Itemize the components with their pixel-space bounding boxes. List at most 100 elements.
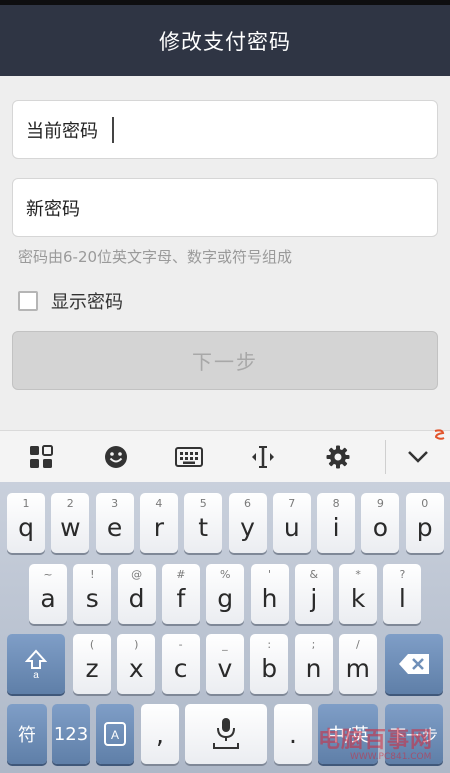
- new-password-field[interactable]: 新密码: [12, 178, 438, 237]
- key-sublabel: ~: [43, 568, 53, 581]
- key-label: i: [332, 512, 340, 542]
- key-label: h: [261, 583, 278, 613]
- key-label: m: [345, 653, 370, 683]
- key-label: v: [217, 653, 233, 683]
- key-v[interactable]: _ v: [205, 634, 244, 694]
- microphone-icon: [213, 718, 239, 749]
- backspace-key[interactable]: [385, 634, 443, 694]
- keyboard-toolbar: [0, 429, 450, 483]
- key-sublabel: (: [89, 638, 95, 651]
- key-sublabel: 5: [199, 497, 207, 510]
- key-m[interactable]: / m: [338, 634, 377, 694]
- key-label: t: [198, 512, 209, 542]
- key-label: j: [310, 583, 318, 613]
- next-button[interactable]: 下一步: [12, 331, 438, 390]
- text-cursor-icon[interactable]: [241, 431, 285, 483]
- key-sublabel: 4: [155, 497, 163, 510]
- text-cursor: [112, 116, 114, 143]
- key-t[interactable]: 5t: [184, 493, 223, 553]
- key-o[interactable]: 9o: [361, 493, 400, 553]
- key-sublabel: @: [131, 568, 143, 581]
- key-n[interactable]: ; n: [294, 634, 333, 694]
- key-label: s: [85, 583, 99, 613]
- show-password-checkbox[interactable]: [18, 291, 38, 311]
- key-sublabel: _: [222, 638, 228, 651]
- keyboard-icon[interactable]: [167, 431, 211, 483]
- key-label: q: [18, 512, 34, 542]
- current-password-field[interactable]: 当前密码: [12, 100, 438, 159]
- key-label: z: [85, 653, 99, 683]
- key-d[interactable]: @ d: [117, 564, 156, 624]
- key-z[interactable]: (z: [73, 634, 111, 694]
- key-a[interactable]: ~ a: [29, 564, 67, 624]
- key-label: e: [106, 512, 123, 542]
- grid-icon[interactable]: [19, 431, 63, 483]
- watermark-logo: 电脑百事网: [318, 728, 434, 753]
- show-password-label: 显示密码: [51, 292, 123, 313]
- key-y[interactable]: 6y: [228, 493, 267, 553]
- key-x[interactable]: ) x: [117, 634, 156, 694]
- show-password-row[interactable]: 显示密码: [18, 288, 123, 314]
- key-i[interactable]: 8i: [317, 493, 356, 553]
- key-label: u: [283, 512, 300, 542]
- watermark-url: WWW.PC841.COM: [350, 752, 432, 762]
- key-sublabel: ': [267, 568, 272, 581]
- key-sublabel: ;: [311, 638, 316, 651]
- key-label: y: [240, 512, 255, 542]
- key-label: n: [305, 653, 322, 683]
- space-voice-key[interactable]: [185, 704, 267, 764]
- handwriting-key[interactable]: A: [96, 704, 134, 764]
- period-key[interactable]: .: [274, 704, 312, 764]
- ime-logo: [434, 429, 445, 440]
- key-sublabel: 7: [288, 497, 296, 510]
- key-label: g: [217, 583, 234, 613]
- key-sublabel: 9: [376, 497, 384, 510]
- svg-text:A: A: [111, 728, 119, 742]
- numbers-key[interactable]: 123: [52, 704, 90, 764]
- toolbar-divider: [385, 440, 386, 474]
- key-s[interactable]: ! s: [73, 564, 112, 624]
- key-f[interactable]: # f: [161, 564, 200, 624]
- key-label: a: [40, 583, 56, 613]
- key-sublabel: #: [176, 568, 186, 581]
- key-q[interactable]: 1q: [7, 493, 45, 553]
- key-label: o: [372, 512, 389, 542]
- key-label: p: [416, 512, 433, 542]
- key-label: f: [176, 583, 186, 613]
- key-g[interactable]: % g: [206, 564, 245, 624]
- key-b[interactable]: :b: [250, 634, 289, 694]
- key-h[interactable]: ' h: [250, 564, 289, 624]
- key-sublabel: 0: [421, 497, 429, 510]
- key-k[interactable]: * k: [339, 564, 378, 624]
- password-hint: 密码由6-20位英文字母、数字或符号组成: [18, 248, 293, 266]
- key-sublabel: &: [309, 568, 319, 581]
- key-p[interactable]: 0p: [405, 493, 444, 553]
- key-l[interactable]: ? l: [383, 564, 422, 624]
- key-label: c: [173, 653, 188, 683]
- key-label: l: [398, 583, 406, 613]
- key-sublabel: 1: [22, 497, 30, 510]
- key-label: x: [128, 653, 144, 683]
- key-c[interactable]: -c: [161, 634, 200, 694]
- key-label: w: [60, 512, 81, 542]
- key-sublabel: *: [355, 568, 361, 581]
- key-r[interactable]: 4r: [139, 493, 178, 553]
- key-u[interactable]: 7u: [272, 493, 311, 553]
- new-password-label: 新密码: [26, 198, 80, 220]
- comma-key[interactable]: ,: [141, 704, 179, 764]
- symbol-key[interactable]: 符: [7, 704, 47, 764]
- key-sublabel: %: [219, 568, 231, 581]
- key-e[interactable]: 3e: [95, 493, 134, 553]
- svg-text:a: a: [33, 670, 39, 679]
- shift-key[interactable]: a: [7, 634, 65, 694]
- key-w[interactable]: 2w: [51, 493, 90, 553]
- key-label: k: [350, 583, 366, 613]
- key-sublabel: 3: [111, 497, 119, 510]
- key-sublabel: ?: [399, 568, 406, 581]
- gear-icon[interactable]: [316, 431, 360, 483]
- key-label: b: [261, 653, 278, 683]
- key-sublabel: 8: [332, 497, 340, 510]
- key-sublabel: 2: [66, 497, 74, 510]
- key-j[interactable]: & j: [294, 564, 333, 624]
- emoji-icon[interactable]: [94, 431, 138, 483]
